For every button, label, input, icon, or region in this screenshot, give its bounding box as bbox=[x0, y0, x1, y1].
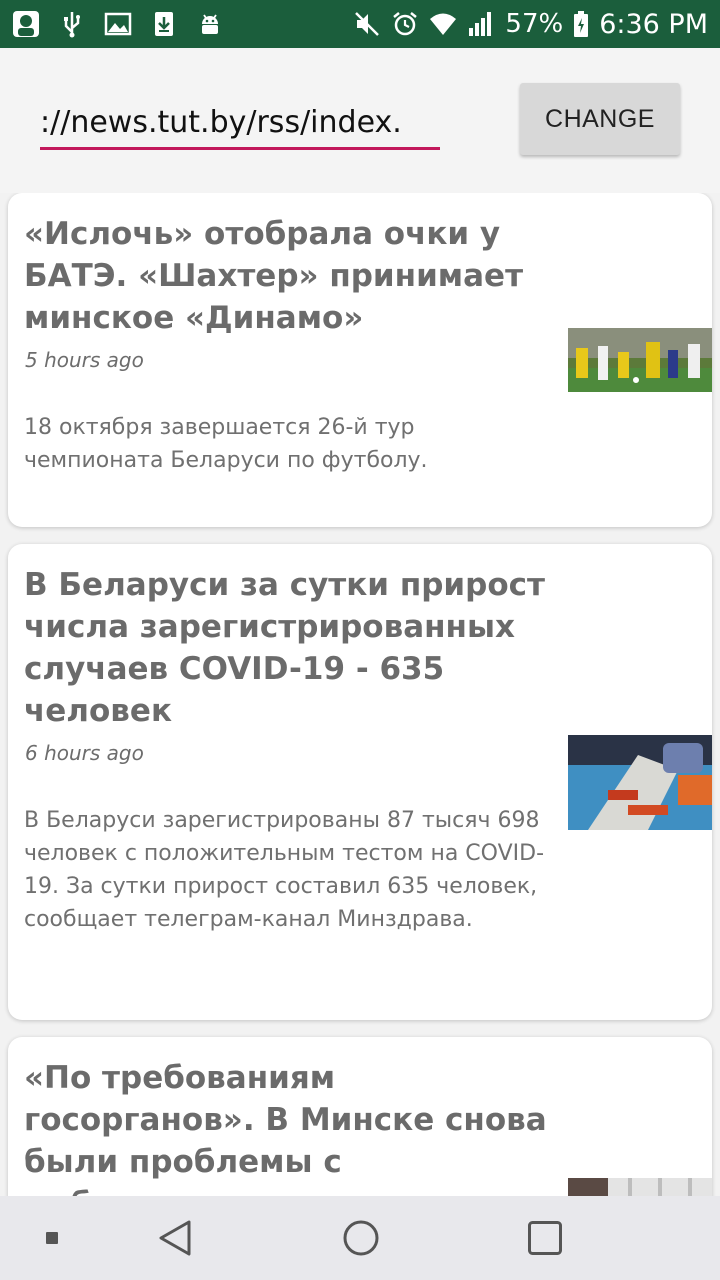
android-icon bbox=[196, 10, 224, 38]
status-bar: 57% 6:36 PM bbox=[0, 0, 720, 48]
image-icon bbox=[104, 10, 132, 38]
overview-icon[interactable] bbox=[520, 1216, 570, 1260]
signal-icon bbox=[467, 10, 495, 38]
news-card[interactable]: В Беларуси за сутки прирост числа зареги… bbox=[8, 544, 712, 1020]
battery-icon bbox=[573, 10, 589, 38]
back-icon[interactable] bbox=[150, 1216, 200, 1260]
change-button[interactable]: CHANGE bbox=[520, 83, 680, 155]
news-title: «Ислочь» отобрала очки у БАТЭ. «Шахтер» … bbox=[24, 216, 524, 336]
mute-icon bbox=[353, 10, 381, 38]
third-news-thumbnail bbox=[568, 1178, 712, 1196]
news-title: «По требованиям госорганов». В Минске сн… bbox=[24, 1060, 547, 1196]
news-title: В Беларуси за сутки прирост числа зареги… bbox=[24, 567, 545, 729]
usb-icon bbox=[58, 10, 86, 38]
news-time: 6 hours ago bbox=[25, 741, 144, 765]
home-icon[interactable] bbox=[336, 1216, 386, 1260]
rss-url-input[interactable]: ://news.tut.by/rss/index. bbox=[40, 100, 440, 150]
status-left-icons bbox=[12, 10, 224, 38]
recent-dot-icon[interactable] bbox=[40, 1216, 64, 1260]
football-match-thumbnail bbox=[568, 328, 712, 392]
app-avatar-icon bbox=[12, 10, 40, 38]
wifi-icon bbox=[429, 10, 457, 38]
news-feed[interactable]: «Ислочь» отобрала очки у БАТЭ. «Шахтер» … bbox=[0, 193, 720, 1196]
battery-percent: 57% bbox=[505, 9, 564, 39]
news-card[interactable]: «Ислочь» отобрала очки у БАТЭ. «Шахтер» … bbox=[8, 193, 712, 527]
download-icon bbox=[150, 10, 178, 38]
navigation-bar bbox=[0, 1196, 720, 1280]
alarm-icon bbox=[391, 10, 419, 38]
news-description: В Беларуси зарегистрированы 87 тысяч 698… bbox=[24, 808, 545, 932]
news-time: 5 hours ago bbox=[25, 348, 144, 372]
status-right-icons: 57% 6:36 PM bbox=[353, 9, 708, 40]
status-time: 6:36 PM bbox=[599, 8, 708, 40]
url-toolbar: ://news.tut.by/rss/index. CHANGE bbox=[0, 48, 720, 193]
covid-test-thumbnail bbox=[568, 735, 712, 830]
news-description: 18 октября завершается 26-й тур чемпиона… bbox=[24, 415, 428, 473]
news-card[interactable]: «По требованиям госорганов». В Минске сн… bbox=[8, 1037, 712, 1196]
